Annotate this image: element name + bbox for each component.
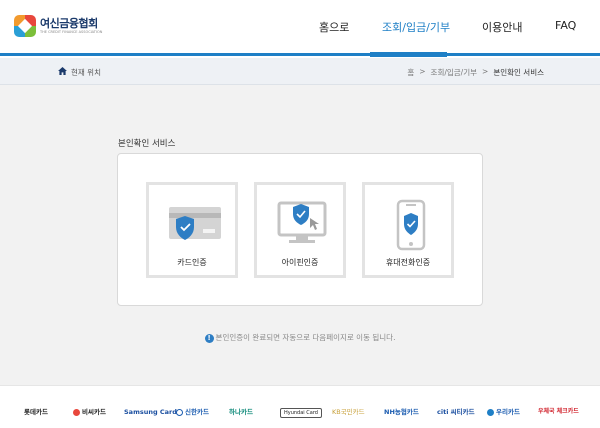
current-location-label: 현재 위치 xyxy=(71,68,101,77)
nav-active-indicator xyxy=(370,52,447,57)
breadcrumb: 현재 위치 홈 > 조회/입금/기부 > 본인확인 서비스 xyxy=(0,58,600,85)
logo-name: 여신금융협회 xyxy=(40,16,98,30)
card-auth-label: 카드인증 xyxy=(177,258,207,267)
crumb-current: 본인확인 서비스 xyxy=(493,68,544,77)
logo-icon xyxy=(14,15,36,37)
section-title: 본인확인 서비스 xyxy=(118,139,176,149)
phone-auth-button[interactable]: 휴대전화인증 xyxy=(362,182,454,278)
logo[interactable]: 여신금융협회 THE CREDIT FINANCE ASSOCIATION xyxy=(14,15,102,37)
nav-inquiry[interactable]: 조회/입금/기부 xyxy=(382,19,450,35)
ipin-auth-label: 아이핀인증 xyxy=(281,258,319,267)
crumb-inquiry[interactable]: 조회/입금/기부 xyxy=(431,67,477,78)
crumb-separator: > xyxy=(482,67,489,76)
brand-woori[interactable]: 우리카드 xyxy=(487,408,520,416)
crumb-separator: > xyxy=(419,67,426,76)
header: 여신금융협회 THE CREDIT FINANCE ASSOCIATION 홈으… xyxy=(0,0,600,56)
nav-faq[interactable]: FAQ xyxy=(555,19,576,32)
woori-logo-icon xyxy=(487,408,494,416)
info-icon: ! xyxy=(204,333,214,343)
footer-brand-bar: 롯데카드 비씨카드 Samsung Card 신한카드 하나카드 Hyundai… xyxy=(0,385,600,428)
auto-redirect-notice: ! 본인인증이 완료되면 자동으로 다음페이지로 이동 됩니다. xyxy=(0,332,600,343)
nav-guide[interactable]: 이용안내 xyxy=(482,19,522,35)
brand-samsung[interactable]: Samsung Card xyxy=(124,408,177,416)
brand-shinhan[interactable]: 신한카드 xyxy=(176,408,209,416)
brand-post[interactable]: 우체국 체크카드 xyxy=(538,408,579,416)
brand-nh[interactable]: NH농협카드 xyxy=(384,408,419,416)
brand-citi[interactable]: citi 씨티카드 xyxy=(437,408,475,416)
shinhan-logo-icon xyxy=(176,408,183,416)
card-auth-button[interactable]: 카드인증 xyxy=(146,182,238,278)
monitor-icon xyxy=(277,201,327,243)
brand-hyundai[interactable]: Hyundai Card xyxy=(280,408,322,418)
brand-bc[interactable]: 비씨카드 xyxy=(73,408,106,416)
logo-subtitle: THE CREDIT FINANCE ASSOCIATION xyxy=(40,29,103,34)
phone-auth-label: 휴대전화인증 xyxy=(385,258,431,267)
mobile-phone-icon xyxy=(396,199,426,251)
nav-home[interactable]: 홈으로 xyxy=(319,19,349,35)
brand-kb[interactable]: KB국민카드 xyxy=(332,408,365,416)
home-icon xyxy=(58,67,67,75)
brand-hana[interactable]: 하나카드 xyxy=(229,408,253,416)
bc-logo-icon xyxy=(73,408,80,416)
ipin-auth-button[interactable]: 아이핀인증 xyxy=(254,182,346,278)
brand-lotte[interactable]: 롯데카드 xyxy=(24,408,48,416)
notice-text: 본인인증이 완료되면 자동으로 다음페이지로 이동 됩니다. xyxy=(215,333,396,342)
crumb-home[interactable]: 홈 xyxy=(407,67,414,78)
credit-card-icon xyxy=(169,207,221,240)
